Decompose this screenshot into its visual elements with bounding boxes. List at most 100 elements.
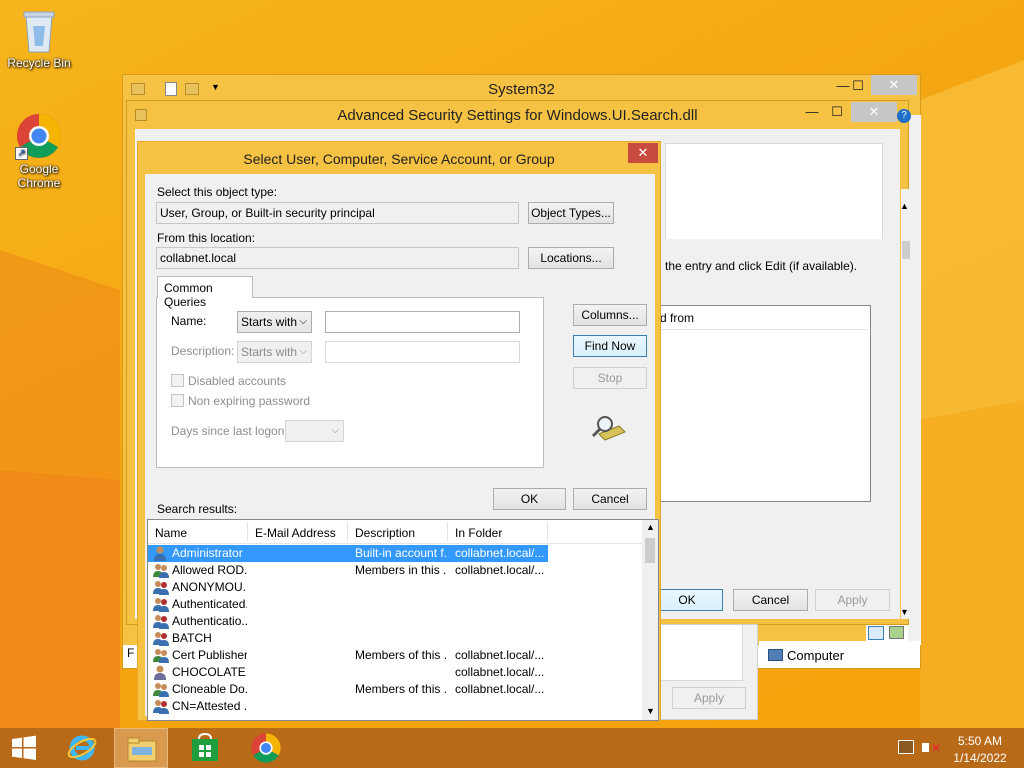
object-types-button[interactable]: Object Types... — [528, 202, 614, 224]
column-header-folder[interactable]: In Folder — [455, 526, 502, 540]
result-name: BATCH — [172, 631, 212, 645]
chevron-down-icon[interactable]: ▼ — [211, 82, 220, 92]
advanced-scroll-thumb[interactable] — [902, 241, 910, 259]
special-group-icon — [153, 699, 169, 714]
results-row[interactable]: ANONYMOU... — [148, 579, 548, 596]
chevron-down-icon: ⌵ — [299, 316, 307, 327]
name-mode-select[interactable]: Starts with ⌵ — [237, 311, 312, 333]
internet-explorer-taskbar-button[interactable] — [54, 728, 112, 768]
results-body: Administrator Built-in account f... collab… — [148, 545, 642, 720]
permission-entries-list: d from — [655, 305, 871, 502]
results-row[interactable]: Allowed ROD... Members in this ... collabn… — [148, 562, 548, 579]
special-group-icon — [153, 597, 169, 612]
file-explorer-taskbar-button[interactable] — [114, 728, 168, 768]
results-header: Name E-Mail Address Description In Folde… — [148, 520, 642, 544]
column-header-email[interactable]: E-Mail Address — [255, 526, 336, 540]
search-results-label: Search results: — [157, 502, 238, 516]
select-dialog-title: Select User, Computer, Service Account, … — [243, 151, 555, 167]
location-label: From this location: — [157, 231, 256, 245]
advanced-scroll-up-icon[interactable]: ▲ — [900, 201, 909, 211]
column-header-name[interactable]: Name — [155, 526, 187, 540]
description-mode-value: Starts with — [241, 345, 298, 359]
advanced-ok-button[interactable]: OK — [651, 589, 723, 611]
advanced-close-button[interactable]: ✕ — [851, 102, 897, 122]
result-folder — [455, 596, 547, 613]
details-view-icon[interactable] — [868, 626, 884, 640]
select-principal-dialog[interactable]: Select User, Computer, Service Account, … — [137, 141, 661, 721]
help-icon[interactable]: ? — [897, 109, 911, 123]
common-queries-panel: Name: Starts with ⌵ Description: Starts … — [156, 297, 544, 468]
recycle-bin-label: Recycle Bin — [7, 56, 71, 70]
store-taskbar-button[interactable] — [176, 728, 234, 768]
start-button[interactable] — [0, 728, 58, 768]
volume-muted-tray-icon[interactable]: ✕ — [922, 740, 941, 756]
network-tray-icon[interactable] — [898, 740, 914, 754]
column-header-description[interactable]: Description — [355, 526, 415, 540]
results-row[interactable]: Administrator Built-in account f... collab… — [148, 545, 548, 562]
inherited-from-column-header[interactable]: d from — [660, 310, 868, 330]
file-explorer-icon — [127, 737, 157, 762]
advanced-minimize-button[interactable]: — — [802, 102, 822, 122]
find-now-button[interactable]: Find Now — [573, 335, 647, 357]
results-row[interactable]: Authenticated... — [148, 596, 548, 613]
non-expiring-password-label: Non expiring password — [188, 394, 311, 408]
description-input[interactable] — [325, 341, 520, 363]
days-since-logon-label: Days since last logon: — [171, 424, 288, 438]
description-mode-select[interactable]: Starts with ⌵ — [237, 341, 312, 363]
ok-button[interactable]: OK — [493, 488, 566, 510]
result-folder: collabnet.local/... — [455, 648, 545, 662]
advanced-scroll-down-icon[interactable]: ▼ — [900, 607, 909, 617]
clock-time[interactable]: 5:50 AM — [950, 734, 1010, 748]
chrome-taskbar-button[interactable] — [236, 728, 294, 768]
name-mode-value: Starts with — [241, 315, 298, 329]
new-folder-icon[interactable] — [185, 83, 199, 95]
google-chrome-desktop-icon[interactable]: ↗ Google Chrome — [1, 112, 77, 190]
recycle-bin-desktop-icon[interactable]: Recycle Bin — [1, 6, 77, 70]
scroll-thumb[interactable] — [645, 538, 655, 563]
results-row[interactable]: Cert Publishers Members of this ... collab… — [148, 647, 548, 664]
results-row[interactable]: BATCH — [148, 630, 548, 647]
results-row[interactable]: CHOCOLATE... collabnet.local/... — [148, 664, 548, 681]
advanced-apply-button[interactable]: Apply — [815, 589, 890, 611]
result-description — [355, 664, 447, 681]
advanced-cancel-button[interactable]: Cancel — [733, 589, 808, 611]
taskbar: ✕ 5:50 AM 1/14/2022 — [0, 728, 1024, 768]
results-scrollbar[interactable]: ▲ ▼ — [642, 520, 658, 720]
clock-date[interactable]: 1/14/2022 — [950, 751, 1010, 765]
chrome-label-line1: Google — [19, 162, 59, 176]
properties-inner-panel — [661, 625, 743, 681]
locations-button[interactable]: Locations... — [528, 247, 614, 269]
column-divider — [547, 522, 548, 542]
name-input[interactable] — [325, 311, 520, 333]
results-row[interactable]: Cloneable Do... Members of this ... collab… — [148, 681, 548, 698]
non-expiring-password-checkbox[interactable] — [171, 394, 184, 407]
result-folder: collabnet.local/... — [455, 682, 545, 696]
advanced-maximize-button[interactable]: ☐ — [827, 102, 847, 122]
scroll-down-icon[interactable]: ▼ — [646, 706, 655, 716]
chevron-down-icon: ⌵ — [299, 346, 307, 357]
days-since-logon-select[interactable]: ⌵ — [285, 420, 344, 442]
results-row[interactable]: CN=Attested ... — [148, 698, 548, 715]
computer-nav-item[interactable]: Computer — [766, 647, 916, 665]
columns-button[interactable]: Columns... — [573, 304, 647, 326]
common-queries-tab[interactable]: Common Queries — [157, 276, 253, 309]
stop-button[interactable]: Stop — [573, 367, 647, 389]
result-name: Administrator — [172, 546, 243, 560]
explorer-maximize-button[interactable]: ☐ — [848, 76, 868, 96]
result-description — [355, 630, 447, 647]
large-icons-view-icon[interactable] — [889, 626, 904, 639]
properties-apply-button[interactable]: Apply — [672, 687, 746, 709]
explorer-view-icons[interactable] — [866, 624, 908, 642]
properties-icon[interactable] — [165, 82, 177, 96]
result-description: Members of this ... — [355, 648, 447, 662]
search-results-list[interactable]: Name E-Mail Address Description In Folde… — [147, 519, 659, 721]
explorer-close-button[interactable]: ✕ — [871, 75, 917, 95]
results-row[interactable]: Authenticatio... — [148, 613, 548, 630]
result-name: Cert Publishers — [172, 648, 247, 662]
scroll-up-icon[interactable]: ▲ — [646, 522, 655, 532]
cancel-button[interactable]: Cancel — [573, 488, 647, 510]
select-dialog-close-button[interactable]: ✕ — [628, 143, 658, 163]
disabled-accounts-checkbox[interactable] — [171, 374, 184, 387]
result-description: Members in this ... — [355, 563, 447, 577]
column-divider — [447, 522, 448, 542]
